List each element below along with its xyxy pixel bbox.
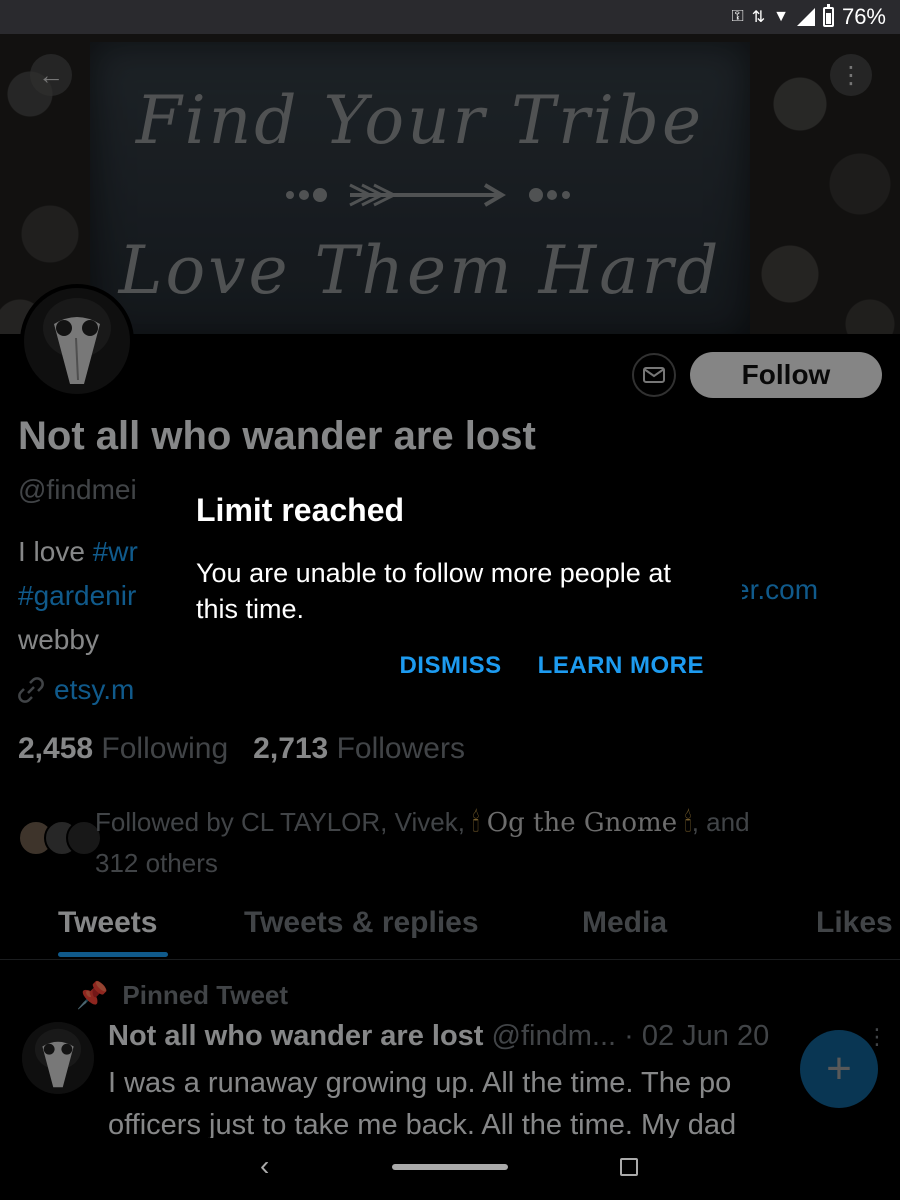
- battery-percent: 76%: [841, 4, 886, 29]
- dialog-actions: DISMISS LEARN MORE: [399, 652, 704, 680]
- nav-back-icon[interactable]: ‹: [260, 1150, 269, 1182]
- learn-more-button[interactable]: LEARN MORE: [538, 652, 704, 680]
- data-arrows-icon: ⇅: [751, 9, 766, 26]
- nav-recents-icon[interactable]: [620, 1158, 638, 1176]
- dismiss-button[interactable]: DISMISS: [399, 652, 501, 680]
- dialog-title: Limit reached: [196, 492, 405, 528]
- nav-home-pill[interactable]: [392, 1164, 508, 1170]
- system-nav-bar: ‹: [0, 1140, 900, 1200]
- wifi-icon: ▼: [773, 8, 789, 25]
- dialog-message: You are unable to follow more people at …: [196, 558, 671, 624]
- status-bar: ⚿ ⇅ ▼ 76%: [0, 0, 900, 34]
- battery-icon: [822, 4, 834, 27]
- limit-reached-dialog: Limit reached You are unable to follow m…: [170, 470, 742, 706]
- cell-signal-icon: [796, 8, 815, 26]
- key-icon: ⚿: [731, 8, 744, 25]
